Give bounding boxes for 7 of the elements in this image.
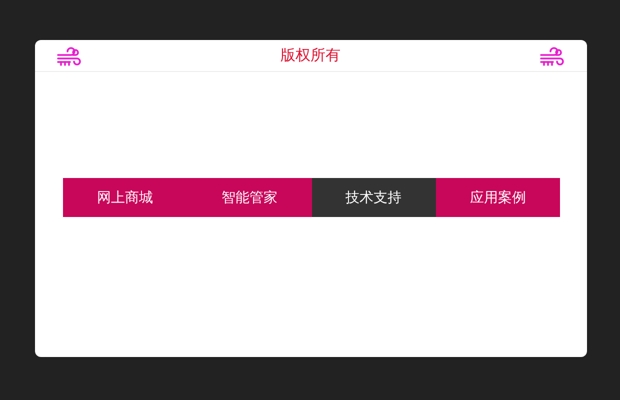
wind-icon (57, 46, 81, 66)
wind-icon (540, 46, 564, 66)
header-title: 版权所有 (280, 46, 340, 65)
menu-tab[interactable]: 智能管家 (187, 178, 312, 217)
menu-tab[interactable]: 网上商城 (63, 178, 188, 217)
menu-tab[interactable]: 技术支持 (312, 178, 436, 217)
menu-tab[interactable]: 应用案例 (436, 178, 560, 217)
